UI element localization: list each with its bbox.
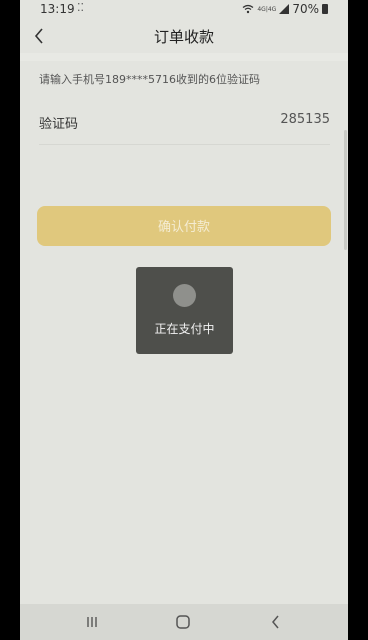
- recent-apps-icon[interactable]: [82, 612, 102, 632]
- loading-toast: 正在支付中: [136, 267, 233, 354]
- confirm-payment-button[interactable]: 确认付款: [37, 206, 331, 246]
- battery-icon: [322, 4, 328, 14]
- code-label: 验证码: [39, 117, 79, 132]
- loading-spinner-icon: [173, 284, 196, 307]
- battery-percent: 70%: [292, 2, 319, 16]
- toast-text: 正在支付中: [154, 322, 215, 336]
- phone-screen: 13:19 ⁚⁚ 4G|4G 70% 订单收款 请输入手机号189****571…: [20, 0, 348, 640]
- system-nav-bar: [20, 604, 348, 640]
- notification-dots-icon: ⁚⁚: [77, 1, 84, 14]
- page-title: 订单收款: [153, 28, 214, 46]
- header-divider: [20, 53, 348, 61]
- back-nav-icon[interactable]: [266, 612, 286, 632]
- status-time: 13:19: [40, 2, 75, 16]
- status-bar: 13:19 ⁚⁚ 4G|4G 70%: [20, 0, 348, 20]
- verification-hint: 请输入手机号189****5716收到的6位验证码: [39, 73, 260, 86]
- verification-code-field[interactable]: 验证码 285135: [39, 104, 330, 145]
- header: 订单收款: [20, 20, 348, 52]
- network-type: 4G|4G: [257, 5, 277, 13]
- scrollbar[interactable]: [344, 130, 347, 250]
- signal-icon: [279, 4, 290, 14]
- status-right: 4G|4G 70%: [242, 2, 328, 16]
- home-icon[interactable]: [173, 612, 193, 632]
- wifi-icon: [242, 4, 254, 14]
- code-input-value[interactable]: 285135: [280, 112, 330, 127]
